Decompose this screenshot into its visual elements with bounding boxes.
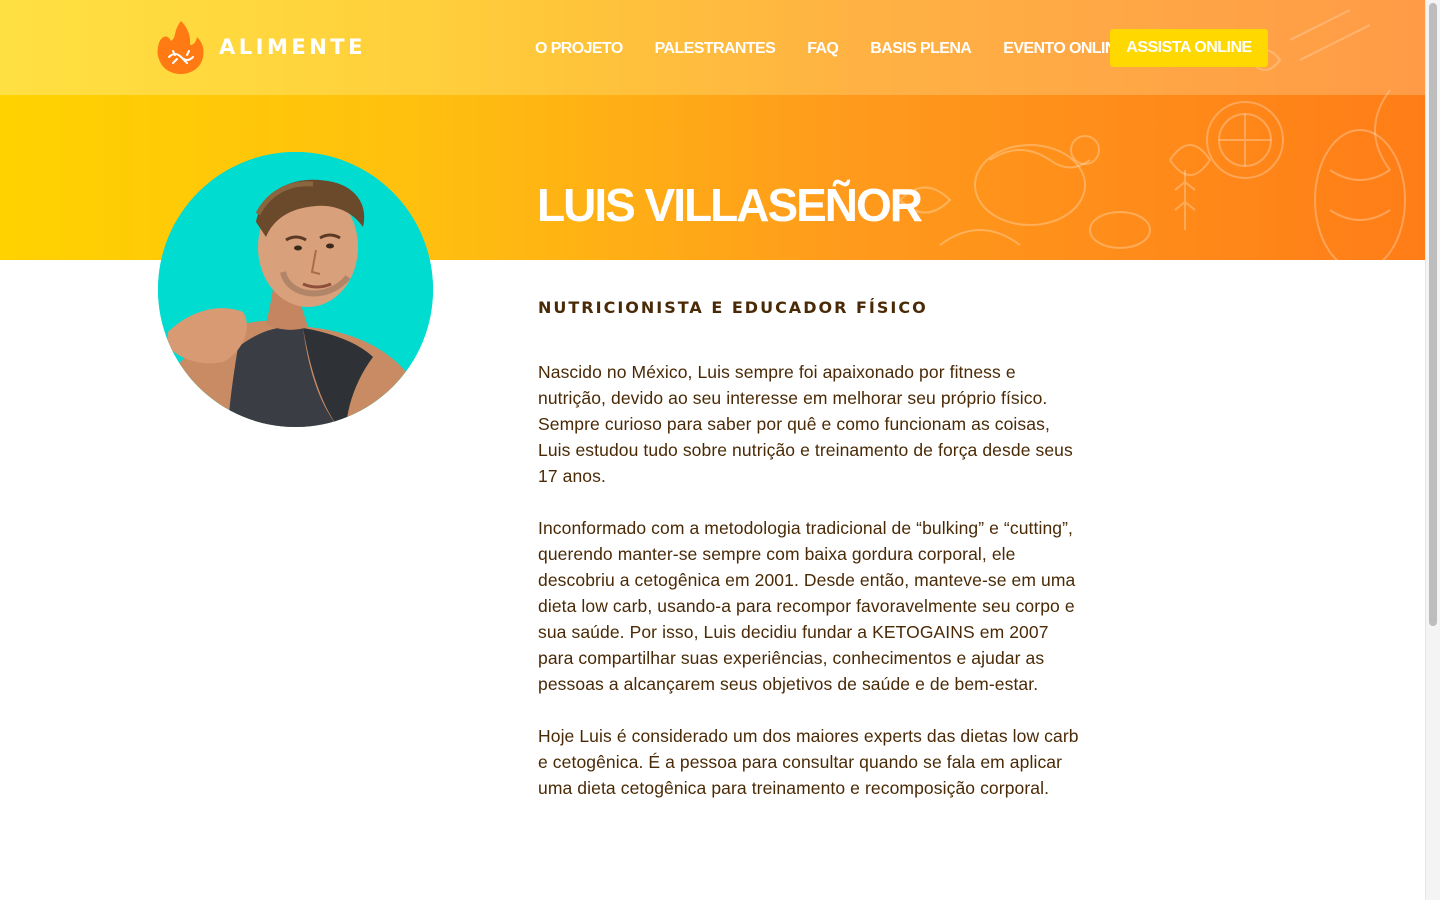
bio-paragraph: Inconformado com a metodologia tradicion… <box>538 518 1076 694</box>
page-scrollbar[interactable] <box>1425 0 1440 900</box>
speaker-bio: Nascido no México, Luis sempre foi apaix… <box>538 359 1083 827</box>
speaker-role: NUTRICIONISTA E EDUCADOR FÍSICO <box>538 298 928 317</box>
nav-faq[interactable]: FAQ <box>807 40 839 58</box>
bio-paragraph: Hoje Luis é considerado um dos maiores e… <box>538 726 1079 798</box>
brand-name: ALIMENTE <box>219 35 366 59</box>
main-nav: O PROJETO PALESTRANTES FAQ BASIS PLENA E… <box>535 30 1158 67</box>
nav-evento-online[interactable]: EVENTO ONLINE <box>1003 40 1126 58</box>
speaker-photo <box>158 152 433 427</box>
speaker-name: LUIS VILLASEÑOR <box>537 179 923 231</box>
nav-o-projeto[interactable]: O PROJETO <box>535 40 623 58</box>
nav-palestrantes[interactable]: PALESTRANTES <box>655 40 776 58</box>
speaker-avatar <box>158 152 433 427</box>
bio-paragraph: Nascido no México, Luis sempre foi apaix… <box>538 362 1073 486</box>
scrollbar-thumb[interactable] <box>1429 3 1437 626</box>
flame-logo-icon <box>157 21 204 74</box>
nav-basis-plena[interactable]: BASIS PLENA <box>870 40 972 58</box>
brand-logo[interactable]: ALIMENTE <box>157 19 366 75</box>
assista-online-button[interactable]: ASSISTA ONLINE <box>1110 29 1268 67</box>
top-navbar: ALIMENTE O PROJETO PALESTRANTES FAQ BASI… <box>0 0 1425 95</box>
